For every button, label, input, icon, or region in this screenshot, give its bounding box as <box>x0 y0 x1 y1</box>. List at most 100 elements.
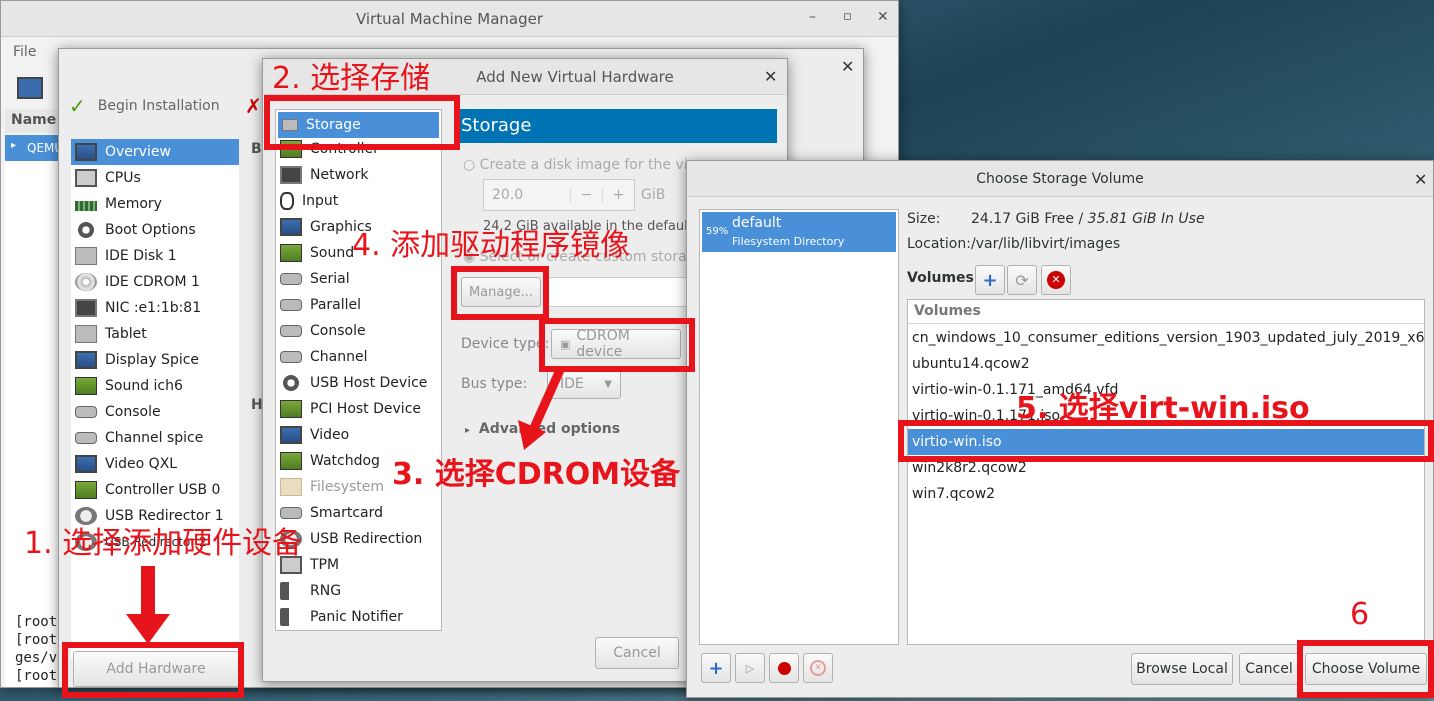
hw-label: IDE CDROM 1 <box>105 274 200 290</box>
type-rng[interactable]: RNG <box>276 578 441 604</box>
cancel-label: Cancel <box>613 645 661 661</box>
start-pool-button[interactable]: ▷ <box>735 653 765 683</box>
add-pool-button[interactable]: + <box>701 653 731 683</box>
minimize-icon[interactable]: – <box>809 9 816 25</box>
size-separator: / <box>1074 211 1088 227</box>
type-parallel[interactable]: Parallel <box>276 292 441 318</box>
disk-size-spinner[interactable]: 20.0 − + <box>483 179 635 211</box>
hw-item-controller-usb[interactable]: Controller USB 0 <box>71 477 239 503</box>
plus-icon: + <box>708 657 724 679</box>
storage-close-icon[interactable]: ✕ <box>1414 170 1427 189</box>
network-icon <box>280 166 302 184</box>
hw-label: NIC :e1:1b:81 <box>105 300 202 316</box>
type-video[interactable]: Video <box>276 422 441 448</box>
dropdown-arrow-icon: ▼ <box>604 378 612 390</box>
volume-row[interactable]: cn_windows_10_consumer_editions_version_… <box>908 325 1424 351</box>
delete-volume-button[interactable]: ✕ <box>1041 265 1071 295</box>
volume-row[interactable]: win7.qcow2 <box>908 481 1424 507</box>
type-usb-host-device[interactable]: USB Host Device <box>276 370 441 396</box>
storage-dialog-title: Choose Storage Volume <box>976 170 1144 187</box>
type-serial[interactable]: Serial <box>276 266 441 292</box>
close-icon[interactable]: ✕ <box>877 9 889 25</box>
type-network[interactable]: Network <box>276 162 441 188</box>
hw-item-display-spice[interactable]: Display Spice <box>71 347 239 373</box>
cdrom-icon <box>75 273 97 291</box>
pool-name: default <box>732 215 782 231</box>
hw-label: CPUs <box>105 170 141 186</box>
add-hardware-button[interactable]: Add Hardware <box>73 651 239 687</box>
hw-label: Memory <box>105 196 162 212</box>
type-label: Network <box>310 167 369 183</box>
hw-item-boot-options[interactable]: Boot Options <box>71 217 239 243</box>
type-channel[interactable]: Channel <box>276 344 441 370</box>
monitor-icon <box>75 143 97 161</box>
volume-row[interactable]: win2k8r2.qcow2 <box>908 455 1424 481</box>
cancel-installation-icon[interactable]: ✗ <box>245 94 262 118</box>
disk-size-value: 20.0 <box>492 187 524 203</box>
type-label: Console <box>310 323 366 339</box>
type-pci-host-device[interactable]: PCI Host Device <box>276 396 441 422</box>
type-input[interactable]: Input <box>276 188 441 214</box>
hw-item-cpus[interactable]: CPUs <box>71 165 239 191</box>
increment-button[interactable]: + <box>602 187 634 203</box>
vm-row[interactable]: ▸ QEMU <box>5 135 63 161</box>
pool-row-default[interactable]: 59% default Filesystem Directory <box>702 212 896 252</box>
storage-cancel-button[interactable]: Cancel <box>1239 653 1299 685</box>
details-close-icon[interactable]: ✕ <box>841 57 854 76</box>
pool-list: 59% default Filesystem Directory <box>699 209 899 645</box>
begin-installation-button[interactable]: ✓ Begin Installation <box>69 94 220 118</box>
hw-label: Console <box>105 404 161 420</box>
manage-button[interactable]: Manage... <box>461 277 541 307</box>
create-disk-radio[interactable]: ○ Create a disk image for the virtual ma… <box>463 157 689 173</box>
hw-item-console[interactable]: Console <box>71 399 239 425</box>
usb-host-icon <box>280 374 302 392</box>
hw-item-nic[interactable]: NIC :e1:1b:81 <box>71 295 239 321</box>
delete-pool-button[interactable]: ✕ <box>803 653 833 683</box>
type-label: TPM <box>310 557 340 573</box>
hw-item-video-qxl[interactable]: Video QXL <box>71 451 239 477</box>
decrement-button[interactable]: − <box>570 187 602 203</box>
maximize-icon[interactable]: ▫ <box>843 9 852 24</box>
col-name: Name <box>11 112 57 128</box>
terminal-line: [root <box>15 632 58 648</box>
add-hw-close-icon[interactable]: ✕ <box>764 67 777 86</box>
type-label: Input <box>302 193 339 209</box>
hw-item-sound[interactable]: Sound ich6 <box>71 373 239 399</box>
refresh-volumes-button[interactable]: ⟳ <box>1007 265 1037 295</box>
volume-name: virtio-win.iso <box>912 434 1002 450</box>
stop-pool-button[interactable] <box>769 653 799 683</box>
hw-item-memory[interactable]: Memory <box>71 191 239 217</box>
rng-icon <box>280 582 302 600</box>
arrow-diagonal-icon <box>518 368 565 450</box>
hw-label: Tablet <box>105 326 147 342</box>
browse-local-button[interactable]: Browse Local <box>1131 653 1233 685</box>
add-hw-cancel-button[interactable]: Cancel <box>595 637 679 669</box>
hw-item-ide-disk[interactable]: IDE Disk 1 <box>71 243 239 269</box>
device-type-select[interactable]: ▣ CDROM device <box>551 328 681 360</box>
hw-item-tablet[interactable]: Tablet <box>71 321 239 347</box>
column-header-label: Volumes <box>914 303 981 319</box>
new-vm-icon[interactable] <box>17 77 43 99</box>
volume-name: win2k8r2.qcow2 <box>912 460 1027 476</box>
type-storage[interactable]: Storage <box>278 112 439 138</box>
hw-item-channel-spice[interactable]: Channel spice <box>71 425 239 451</box>
manage-label: Manage... <box>468 284 534 300</box>
volume-row[interactable]: ubuntu14.qcow2 <box>908 351 1424 377</box>
volume-row-selected[interactable]: virtio-win.iso <box>908 429 1424 455</box>
add-volume-button[interactable]: + <box>975 265 1005 295</box>
type-label: Video <box>310 427 350 443</box>
device-type-value: CDROM device <box>576 328 630 360</box>
type-panic-notifier[interactable]: Panic Notifier <box>276 604 441 630</box>
type-label: RNG <box>310 583 342 599</box>
volume-list: Volumes cn_windows_10_consumer_editions_… <box>907 299 1425 645</box>
type-console[interactable]: Console <box>276 318 441 344</box>
menu-file[interactable]: File <box>13 44 36 60</box>
hw-label: Video QXL <box>105 456 178 472</box>
hw-item-ide-cdrom[interactable]: IDE CDROM 1 <box>71 269 239 295</box>
hw-item-overview[interactable]: Overview <box>71 139 239 165</box>
expander-icon[interactable]: ▸ <box>11 140 16 151</box>
choose-volume-button[interactable]: Choose Volume <box>1305 653 1427 685</box>
annotation-step5: 5. 选择virt-win.iso <box>1016 391 1310 426</box>
type-label: Channel <box>310 349 368 365</box>
type-controller[interactable]: Controller <box>276 136 441 162</box>
